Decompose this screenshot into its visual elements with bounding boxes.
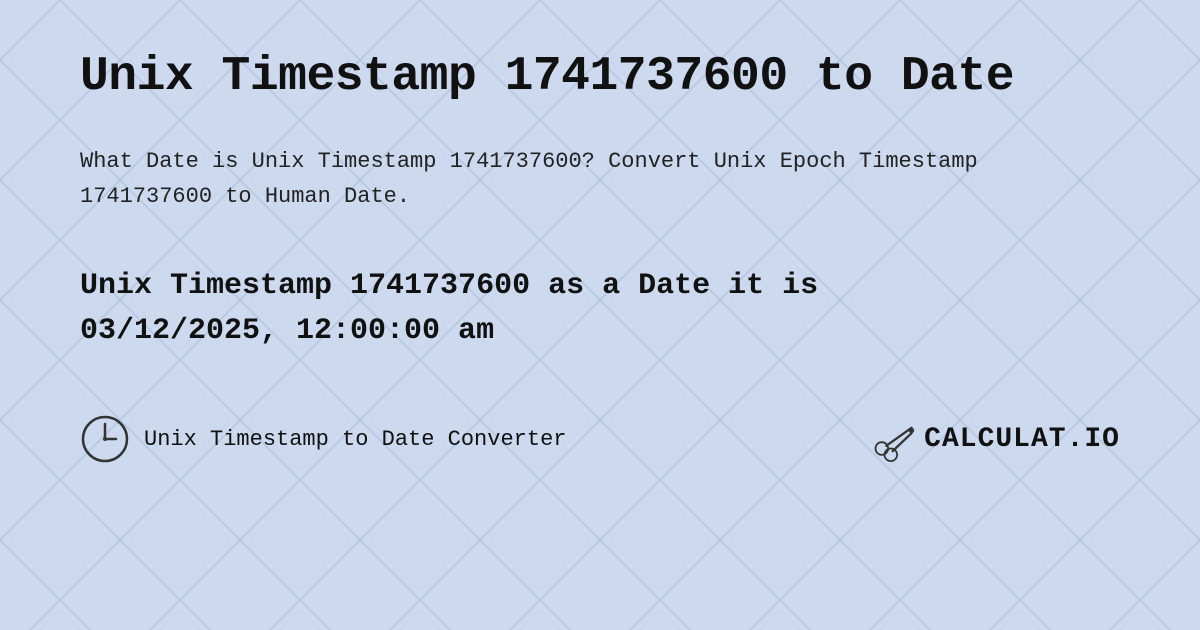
- result-line1: Unix Timestamp 1741737600 as a Date it i…: [80, 269, 818, 303]
- logo-icon: [871, 417, 916, 462]
- page-title: Unix Timestamp 1741737600 to Date: [80, 50, 1120, 104]
- logo: CALCULAT.IO: [871, 417, 1120, 462]
- logo-text: CALCULAT.IO: [924, 424, 1120, 455]
- footer-label: Unix Timestamp to Date Converter: [144, 427, 566, 452]
- page-description: What Date is Unix Timestamp 1741737600? …: [80, 144, 1080, 214]
- footer: Unix Timestamp to Date Converter CALCULA…: [80, 414, 1120, 464]
- result-block: Unix Timestamp 1741737600 as a Date it i…: [80, 264, 1080, 354]
- result-line2: 03/12/2025, 12:00:00 am: [80, 314, 494, 348]
- footer-left: Unix Timestamp to Date Converter: [80, 414, 566, 464]
- clock-icon: [80, 414, 130, 464]
